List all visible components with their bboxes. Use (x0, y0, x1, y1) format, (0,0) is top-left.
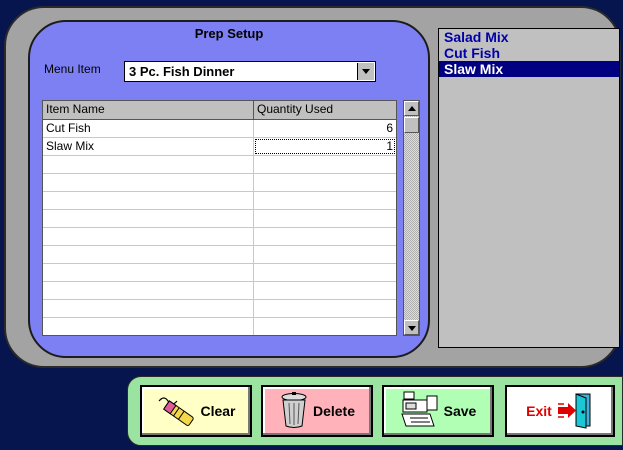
empty-cell[interactable] (254, 300, 396, 317)
table-row-empty[interactable] (43, 318, 396, 335)
clear-button[interactable]: Clear (140, 385, 252, 437)
exit-door-icon (556, 391, 594, 432)
table-row-empty[interactable] (43, 246, 396, 264)
clear-button-label: Clear (200, 403, 236, 419)
table-row-empty[interactable] (43, 300, 396, 318)
table-row-empty[interactable] (43, 228, 396, 246)
empty-cell[interactable] (43, 192, 254, 209)
scroll-up-button[interactable] (404, 101, 419, 116)
empty-cell[interactable] (254, 228, 396, 245)
exit-button[interactable]: Exit (505, 385, 615, 437)
empty-cell[interactable] (43, 228, 254, 245)
empty-cell[interactable] (254, 192, 396, 209)
empty-cell[interactable] (254, 318, 396, 335)
empty-cell[interactable] (254, 264, 396, 281)
delete-button-label: Delete (312, 403, 356, 419)
menu-item-select[interactable]: 3 Pc. Fish Dinner (124, 61, 376, 82)
empty-cell[interactable] (43, 264, 254, 281)
chevron-down-icon (362, 69, 370, 74)
grid-header: Item Name Quantity Used (43, 101, 396, 120)
empty-cell[interactable] (254, 246, 396, 263)
menu-item-value: 3 Pc. Fish Dinner (129, 64, 235, 79)
empty-cell[interactable] (43, 174, 254, 191)
column-header-item-name: Item Name (43, 101, 254, 119)
empty-cell[interactable] (254, 282, 396, 299)
empty-cell[interactable] (254, 156, 396, 173)
column-header-quantity-used: Quantity Used (257, 102, 334, 116)
save-button[interactable]: Save (382, 385, 494, 437)
table-row-empty[interactable] (43, 156, 396, 174)
list-item[interactable]: Salad Mix (439, 29, 619, 45)
cash-register-icon (400, 390, 440, 433)
exit-button-label: Exit (526, 403, 552, 419)
trash-can-icon (279, 391, 309, 432)
eraser-icon (156, 393, 196, 430)
table-row-empty[interactable] (43, 210, 396, 228)
quantity-cell-focused[interactable]: 1 (254, 138, 396, 155)
arrow-down-icon (407, 326, 416, 331)
grid-vertical-scrollbar[interactable] (403, 100, 420, 336)
scroll-down-button[interactable] (404, 320, 419, 335)
table-row[interactable]: Cut Fish 6 (43, 120, 396, 138)
empty-cell[interactable] (43, 246, 254, 263)
quantity-cell[interactable]: 6 (254, 120, 396, 137)
menu-item-label: Menu Item (44, 62, 101, 76)
empty-cell[interactable] (43, 318, 254, 335)
delete-button[interactable]: Delete (261, 385, 373, 437)
arrow-up-icon (407, 106, 416, 111)
prep-setup-title: Prep Setup (194, 26, 264, 41)
table-row[interactable]: Slaw Mix 1 (43, 138, 396, 156)
prep-items-grid[interactable]: Item Name Quantity Used Cut Fish 6 Slaw … (42, 100, 397, 336)
prep-setup-panel: Prep Setup Menu Item 3 Pc. Fish Dinner I… (28, 20, 430, 358)
table-row-empty[interactable] (43, 282, 396, 300)
main-bezel: Prep Setup Menu Item 3 Pc. Fish Dinner I… (4, 6, 621, 368)
empty-cell[interactable] (43, 300, 254, 317)
list-item[interactable]: Cut Fish (439, 45, 619, 61)
table-row-empty[interactable] (43, 264, 396, 282)
empty-cell[interactable] (43, 282, 254, 299)
save-button-label: Save (443, 403, 477, 419)
item-name-cell[interactable]: Cut Fish (43, 120, 254, 137)
empty-cell[interactable] (254, 174, 396, 191)
list-item-selected[interactable]: Slaw Mix (439, 61, 619, 77)
scroll-thumb[interactable] (404, 117, 419, 133)
empty-cell[interactable] (43, 210, 254, 227)
table-row-empty[interactable] (43, 192, 396, 210)
table-row-empty[interactable] (43, 174, 396, 192)
prep-items-listbox[interactable]: Salad Mix Cut Fish Slaw Mix (438, 28, 620, 348)
action-toolbar: Clear Delete Save Exit (127, 376, 623, 446)
empty-cell[interactable] (254, 210, 396, 227)
menu-item-dropdown-button[interactable] (357, 63, 374, 80)
empty-cell[interactable] (43, 156, 254, 173)
item-name-cell[interactable]: Slaw Mix (43, 138, 254, 155)
